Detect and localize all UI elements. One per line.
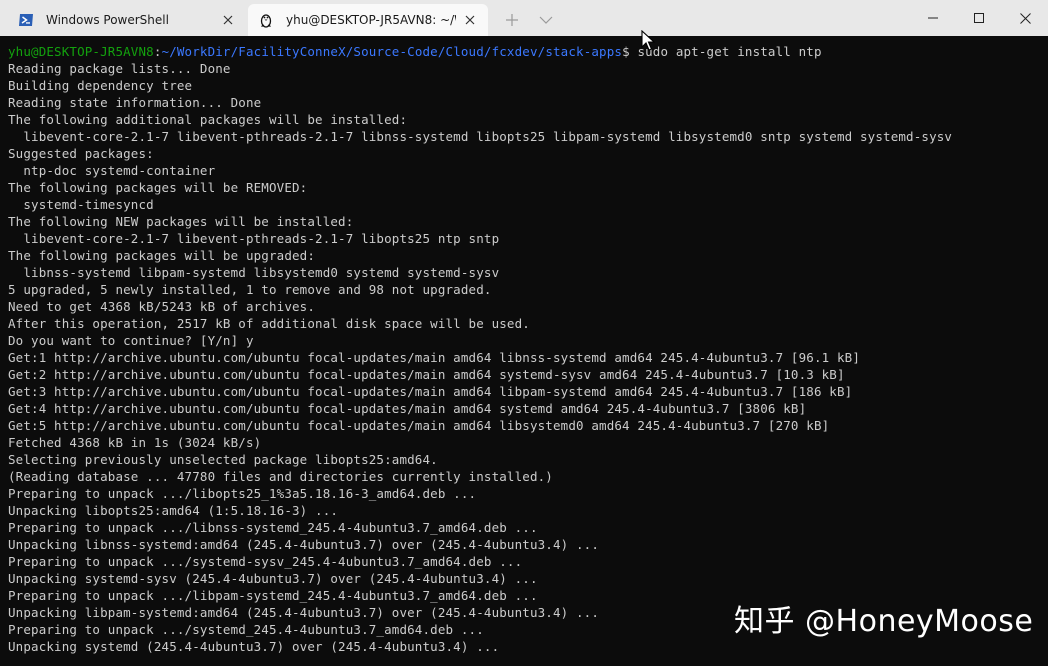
output-line: (Reading database ... 47780 files and di… bbox=[8, 469, 553, 484]
output-line: Get:4 http://archive.ubuntu.com/ubuntu f… bbox=[8, 401, 807, 416]
output-line: The following packages will be REMOVED: bbox=[8, 180, 308, 195]
maximize-icon bbox=[974, 13, 984, 23]
output-line: 5 upgraded, 5 newly installed, 1 to remo… bbox=[8, 282, 492, 297]
tab-dropdown-button[interactable] bbox=[532, 8, 560, 32]
close-tab-icon[interactable] bbox=[214, 6, 242, 34]
watermark: 知乎 @HoneyMoose bbox=[734, 604, 1034, 639]
output-line: Suggested packages: bbox=[8, 146, 154, 161]
output-line: Get:5 http://archive.ubuntu.com/ubuntu f… bbox=[8, 418, 830, 433]
output-line: Unpacking libnss-systemd:amd64 (245.4-4u… bbox=[8, 537, 600, 552]
output-line: Unpacking systemd-sysv (245.4-4ubuntu3.7… bbox=[8, 571, 538, 586]
prompt-user-host: yhu@DESKTOP-JR5AVN8 bbox=[8, 44, 154, 59]
output-lines: Reading package lists... Done Building de… bbox=[8, 60, 1048, 655]
tab-label: Windows PowerShell bbox=[46, 13, 169, 27]
prompt-separator: : bbox=[153, 44, 162, 59]
linux-penguin-icon bbox=[260, 14, 272, 28]
output-line: Fetched 4368 kB in 1s (3024 kB/s) bbox=[8, 435, 262, 450]
prompt-symbol: $ bbox=[622, 44, 630, 59]
output-line: libnss-systemd libpam-systemd libsystemd… bbox=[8, 265, 500, 280]
plus-icon bbox=[506, 14, 518, 26]
output-line: Do you want to continue? [Y/n] y bbox=[8, 333, 254, 348]
output-line: Reading package lists... Done bbox=[8, 61, 231, 76]
minimize-icon bbox=[928, 17, 938, 19]
output-line: Preparing to unpack .../libnss-systemd_2… bbox=[8, 520, 538, 535]
output-line: The following NEW packages will be insta… bbox=[8, 214, 354, 229]
tab-label: yhu@DESKTOP-JR5AVN8: ~/Wo bbox=[286, 13, 456, 27]
output-line: The following additional packages will b… bbox=[8, 112, 408, 127]
close-window-button[interactable] bbox=[1002, 0, 1048, 36]
output-line: Get:2 http://archive.ubuntu.com/ubuntu f… bbox=[8, 367, 845, 382]
output-line: Reading state information... Done bbox=[8, 95, 262, 110]
output-line: Selecting previously unselected package … bbox=[8, 452, 438, 467]
prompt-line: yhu@DESKTOP-JR5AVN8:~/WorkDir/FacilityCo… bbox=[8, 43, 1048, 60]
output-line: After this operation, 2517 kB of additio… bbox=[8, 316, 530, 331]
output-line: The following packages will be upgraded: bbox=[8, 248, 316, 263]
prompt-command: sudo apt-get install ntp bbox=[629, 44, 822, 59]
output-line: Unpacking systemd (245.4-4ubuntu3.7) ove… bbox=[8, 639, 500, 654]
output-line: Get:3 http://archive.ubuntu.com/ubuntu f… bbox=[8, 384, 853, 399]
output-line: Need to get 4368 kB/5243 kB of archives. bbox=[8, 299, 316, 314]
output-line: Preparing to unpack .../systemd-sysv_245… bbox=[8, 554, 523, 569]
output-line: Unpacking libopts25:amd64 (1:5.18.16-3) … bbox=[8, 503, 339, 518]
minimize-button[interactable] bbox=[910, 0, 956, 36]
prompt-path: ~/WorkDir/FacilityConneX/Source-Code/Clo… bbox=[161, 44, 623, 59]
output-line: systemd-timesyncd bbox=[8, 197, 154, 212]
output-line: Preparing to unpack .../libopts25_1%3a5.… bbox=[8, 486, 477, 501]
close-tab-icon[interactable] bbox=[456, 6, 484, 34]
chevron-down-icon bbox=[539, 16, 553, 24]
maximize-button[interactable] bbox=[956, 0, 1002, 36]
output-line: libevent-core-2.1-7 libevent-pthreads-2.… bbox=[8, 231, 500, 246]
output-line: Building dependency tree bbox=[8, 78, 193, 93]
tab-ubuntu-terminal[interactable]: yhu@DESKTOP-JR5AVN8: ~/Wo bbox=[248, 4, 488, 36]
title-bar: Windows PowerShell yhu@DESKTOP-JR5AVN8: … bbox=[0, 0, 1048, 36]
powershell-icon bbox=[19, 14, 33, 26]
output-line: Get:1 http://archive.ubuntu.com/ubuntu f… bbox=[8, 350, 860, 365]
terminal-output[interactable]: yhu@DESKTOP-JR5AVN8:~/WorkDir/FacilityCo… bbox=[0, 36, 1048, 666]
output-line: ntp-doc systemd-container bbox=[8, 163, 216, 178]
new-tab-button[interactable] bbox=[498, 8, 526, 32]
mouse-cursor-icon bbox=[641, 30, 655, 51]
close-icon bbox=[1019, 12, 1031, 24]
output-line: libevent-core-2.1-7 libevent-pthreads-2.… bbox=[8, 129, 953, 144]
tab-windows-powershell[interactable]: Windows PowerShell bbox=[8, 4, 246, 36]
